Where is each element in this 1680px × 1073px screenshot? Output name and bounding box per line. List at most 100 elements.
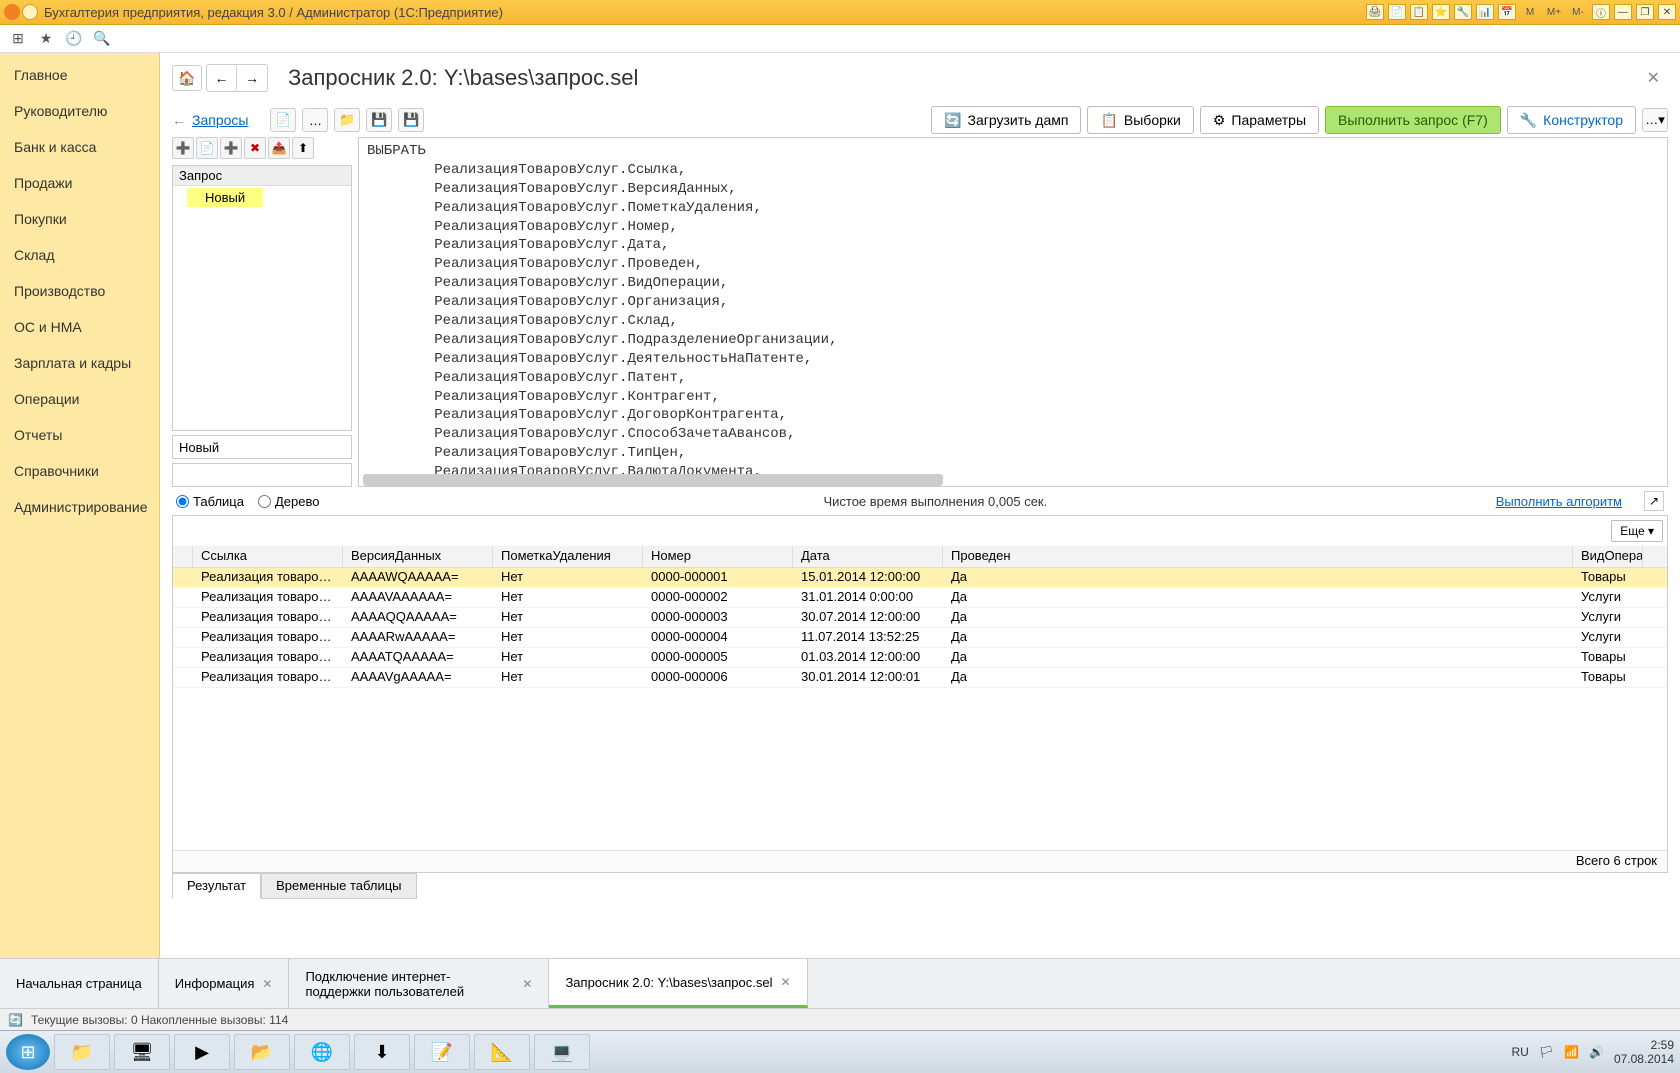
radio-tree[interactable]: Дерево	[258, 494, 319, 509]
tb-open-icon[interactable]: …	[302, 108, 328, 132]
tray-sound-icon[interactable]: 🔊	[1589, 1045, 1604, 1059]
tb-copy-icon[interactable]: 📋	[1410, 4, 1428, 20]
search-icon[interactable]: 🔍	[88, 28, 116, 50]
tb-cal-icon[interactable]: 📅	[1498, 4, 1516, 20]
close-icon[interactable]: ✕	[522, 977, 532, 991]
col-header-version[interactable]: ВерсияДанных	[343, 546, 493, 567]
table-row[interactable]: Реализация товаров и ус...AAAAVAAAAAA=Не…	[173, 588, 1667, 608]
load-dump-button[interactable]: 🔄Загрузить дамп	[931, 106, 1081, 134]
col-header-ref[interactable]: Ссылка	[193, 546, 343, 567]
tab-temp-tables[interactable]: Временные таблицы	[261, 873, 416, 899]
star-icon[interactable]: ★	[32, 28, 60, 50]
col-header-date[interactable]: Дата	[793, 546, 943, 567]
tab-result[interactable]: Результат	[172, 873, 261, 899]
tb-tool-icon[interactable]: 🔧	[1454, 4, 1472, 20]
tab-info[interactable]: Информация✕	[159, 959, 290, 1008]
query-code-editor[interactable]: ВЫБРАТЬ РеализацияТоваровУслуг.Ссылка, Р…	[358, 137, 1668, 487]
forward-button[interactable]: →	[237, 65, 267, 91]
query-name-input[interactable]	[172, 435, 352, 459]
start-button[interactable]: ⊞	[6, 1034, 50, 1070]
sidebar-item-bank[interactable]: Банк и касса	[0, 129, 159, 165]
tb-save-icon[interactable]: 💾	[366, 108, 392, 132]
tb-print-icon[interactable]: 🖨	[1366, 4, 1384, 20]
grid-body[interactable]: Реализация товаров и ус...AAAAWQAAAAA=Не…	[173, 568, 1667, 850]
tb-saveas-icon[interactable]: 💾	[398, 108, 424, 132]
sidebar-item-sales[interactable]: Продажи	[0, 165, 159, 201]
mem-m[interactable]: M	[1520, 4, 1540, 20]
tb-folder-icon[interactable]: 📁	[334, 108, 360, 132]
taskbar-explorer-icon[interactable]: 📁	[54, 1034, 110, 1070]
taskbar-torrent-icon[interactable]: ⬇	[354, 1034, 410, 1070]
query-tree[interactable]: Запрос Новый	[172, 165, 352, 431]
query-tree-item[interactable]: Новый	[187, 188, 263, 207]
execute-query-button[interactable]: Выполнить запрос (F7)	[1325, 106, 1501, 134]
query-extra-input[interactable]	[172, 463, 352, 487]
sidebar-item-catalogs[interactable]: Справочники	[0, 453, 159, 489]
home-button[interactable]: 🏠	[172, 65, 202, 91]
sidebar-item-operations[interactable]: Операции	[0, 381, 159, 417]
constructor-button[interactable]: 🔧Конструктор	[1507, 106, 1636, 134]
table-row[interactable]: Реализация товаров и ус...AAAARwAAAAA=Не…	[173, 628, 1667, 648]
col-header-kind[interactable]: ВидОпера	[1573, 546, 1643, 567]
sidebar-item-manager[interactable]: Руководителю	[0, 93, 159, 129]
taskbar-chrome-icon[interactable]: 🌐	[294, 1034, 350, 1070]
window-close[interactable]: ✕	[1658, 4, 1676, 20]
tab-query[interactable]: Запросник 2.0: Y:\bases\запрос.sel✕	[549, 959, 807, 1008]
tb-help-icon[interactable]: ⓘ	[1592, 4, 1610, 20]
col-header-number[interactable]: Номер	[643, 546, 793, 567]
breadcrumb-link[interactable]: Запросы	[192, 112, 248, 128]
table-row[interactable]: Реализация товаров и ус...AAAAWQAAAAA=Не…	[173, 568, 1667, 588]
window-maximize[interactable]: ❐	[1636, 4, 1654, 20]
grid-more-button[interactable]: Еще ▾	[1611, 520, 1663, 542]
taskbar-app2-icon[interactable]: 📝	[414, 1034, 470, 1070]
tb-new-icon[interactable]: 📄	[270, 108, 296, 132]
run-algorithm-link[interactable]: Выполнить алгоритм	[1496, 494, 1622, 509]
apps-icon[interactable]: ⊞	[4, 28, 32, 50]
sidebar-item-salary[interactable]: Зарплата и кадры	[0, 345, 159, 381]
lp-del-icon[interactable]: ✖	[244, 137, 266, 159]
back-button[interactable]: ←	[207, 65, 237, 91]
window-minimize[interactable]: —	[1614, 4, 1632, 20]
mem-mminus[interactable]: M-	[1568, 4, 1588, 20]
taskbar-1c-icon[interactable]: 💻	[534, 1034, 590, 1070]
taskbar-folder-icon[interactable]: 📂	[234, 1034, 290, 1070]
sidebar-item-reports[interactable]: Отчеты	[0, 417, 159, 453]
lp-add-icon[interactable]: ➕	[172, 137, 194, 159]
sidebar-item-warehouse[interactable]: Склад	[0, 237, 159, 273]
tb-calc-icon[interactable]: 📊	[1476, 4, 1494, 20]
col-header-deletion[interactable]: ПометкаУдаления	[493, 546, 643, 567]
tray-clock[interactable]: 2:59 07.08.2014	[1614, 1038, 1674, 1067]
tray-flag-icon[interactable]: 🏳	[1539, 1045, 1554, 1059]
lp-add2-icon[interactable]: ➕	[220, 137, 242, 159]
table-row[interactable]: Реализация товаров и ус...AAAATQAAAAA=Не…	[173, 648, 1667, 668]
tb-more-icon[interactable]: …▾	[1642, 108, 1668, 132]
tb-star-icon[interactable]: ⭐	[1432, 4, 1450, 20]
mem-mplus[interactable]: M+	[1544, 4, 1564, 20]
lp-copy-icon[interactable]: 📄	[196, 137, 218, 159]
tb-doc-icon[interactable]: 📄	[1388, 4, 1406, 20]
taskbar-app1-icon[interactable]: 🖥	[114, 1034, 170, 1070]
tray-net-icon[interactable]: 📶	[1564, 1045, 1579, 1059]
popout-icon[interactable]: ↗	[1644, 491, 1664, 511]
history-icon[interactable]: 🕘	[60, 28, 88, 50]
tab-start-page[interactable]: Начальная страница	[0, 959, 159, 1008]
close-icon[interactable]: ✕	[780, 975, 790, 989]
selections-button[interactable]: 📋Выборки	[1087, 106, 1193, 134]
taskbar-app3-icon[interactable]: 📐	[474, 1034, 530, 1070]
sidebar-item-assets[interactable]: ОС и НМА	[0, 309, 159, 345]
sidebar-item-main[interactable]: Главное	[0, 57, 159, 93]
table-row[interactable]: Реализация товаров и ус...AAAAQQAAAAA=Не…	[173, 608, 1667, 628]
sidebar-item-admin[interactable]: Администрирование	[0, 489, 159, 525]
close-page-button[interactable]: ✕	[1639, 64, 1668, 92]
params-button[interactable]: ⚙Параметры	[1200, 106, 1319, 134]
radio-table[interactable]: Таблица	[176, 494, 244, 509]
close-icon[interactable]: ✕	[262, 977, 272, 991]
lp-up-icon[interactable]: ⬆	[292, 137, 314, 159]
sidebar-item-purchases[interactable]: Покупки	[0, 201, 159, 237]
tab-support[interactable]: Подключение интернет-поддержки пользоват…	[289, 959, 549, 1008]
col-header-posted[interactable]: Проведен	[943, 546, 1573, 567]
lp-export-icon[interactable]: 📤	[268, 137, 290, 159]
table-row[interactable]: Реализация товаров и ус...AAAAVgAAAAA=Не…	[173, 668, 1667, 688]
taskbar-ps-icon[interactable]: ▶	[174, 1034, 230, 1070]
tray-lang[interactable]: RU	[1511, 1045, 1528, 1059]
